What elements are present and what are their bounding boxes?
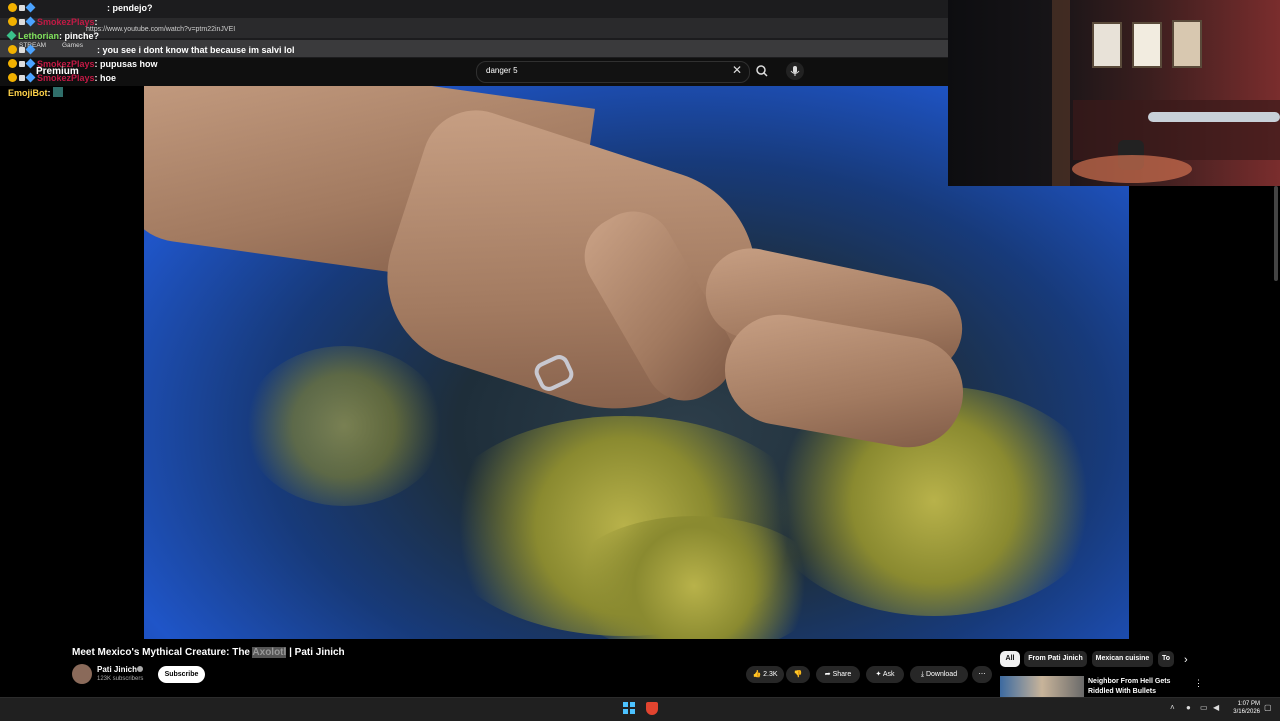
download-button[interactable]: ⤓ Download xyxy=(910,666,968,683)
clock-time: 1:07 PM xyxy=(1237,701,1260,707)
voice-search-button[interactable] xyxy=(786,62,804,80)
recommendation-title[interactable]: Neighbor From Hell Gets Riddled With Bul… xyxy=(1088,677,1188,697)
badge-icon xyxy=(8,59,17,68)
chat-text: pupusas how xyxy=(100,59,158,69)
brave-browser-icon[interactable] xyxy=(646,702,658,715)
chat-message: EmojiBot: xyxy=(8,87,63,101)
subscribe-button[interactable]: Subscribe xyxy=(158,666,205,683)
badge-icon xyxy=(19,5,25,11)
mic-arm xyxy=(1148,112,1280,122)
clock-date: 3/16/2026 xyxy=(1233,709,1260,715)
download-label: Download xyxy=(925,671,958,678)
badge-icon xyxy=(19,47,25,53)
emote-icon xyxy=(53,87,63,97)
badge-icon xyxy=(25,58,36,69)
couch xyxy=(1073,100,1280,160)
download-icon: ⤓ xyxy=(920,671,924,678)
channel-avatar[interactable] xyxy=(72,664,92,684)
wall-frame xyxy=(1132,22,1162,68)
chat-message: : pendejo? xyxy=(8,2,153,17)
chat-message: : you see i dont know that because im sa… xyxy=(8,44,295,59)
wall-frame xyxy=(1092,22,1122,68)
url-text[interactable]: https://www.youtube.com/watch?v=ptm22inJ… xyxy=(86,26,235,33)
thumbs-down-icon: 👎 xyxy=(793,671,803,678)
subscriber-count: 123K subscribers xyxy=(97,676,144,682)
badge-icon xyxy=(25,44,36,55)
scrollbar[interactable] xyxy=(1274,186,1278,281)
windows-start-icon[interactable] xyxy=(623,702,635,714)
badge-icon xyxy=(6,30,17,41)
search-button[interactable] xyxy=(752,62,772,80)
verified-icon xyxy=(137,666,143,672)
wall-frame xyxy=(1172,20,1202,68)
more-vertical-icon[interactable]: ⋮ xyxy=(1194,678,1203,689)
share-icon: ➦ xyxy=(824,671,831,678)
chat-message: SmokezPlays: xyxy=(8,16,98,31)
badge-icon xyxy=(19,61,25,67)
chat-username: SmokezPlays xyxy=(37,73,95,83)
chat-text: you see i dont know that because im salv… xyxy=(102,45,295,55)
share-label: Share xyxy=(832,671,852,678)
chevron-right-icon[interactable]: › xyxy=(1184,654,1188,666)
system-clock[interactable]: 1:07 PM 3/16/2026 xyxy=(1228,700,1260,716)
more-icon: ⋯ xyxy=(978,671,986,678)
badge-icon xyxy=(25,2,36,13)
network-icon[interactable]: ▭ xyxy=(1200,703,1208,712)
chat-username: SmokezPlays xyxy=(37,17,95,27)
clear-search-icon[interactable]: ✕ xyxy=(732,64,742,76)
badge-icon xyxy=(8,17,17,26)
badge-icon xyxy=(19,19,25,25)
microphone-tray-icon[interactable]: ● xyxy=(1186,703,1191,712)
dislike-button[interactable]: 👎 xyxy=(786,666,810,683)
search-icon xyxy=(756,65,768,77)
like-button[interactable]: 👍 2.3K xyxy=(746,666,784,683)
video-title: Meet Mexico's Mythical Creature: The Axo… xyxy=(72,647,345,658)
badge-icon xyxy=(8,45,17,54)
webcam-overlay xyxy=(948,0,1280,186)
microphone-icon xyxy=(790,66,800,76)
chip-all[interactable]: All xyxy=(1000,651,1020,667)
badge-icon xyxy=(8,3,17,12)
channel-name[interactable]: Pati Jinich xyxy=(97,665,137,674)
sparkle-icon: ✦ xyxy=(875,671,882,678)
ask-button[interactable]: ✦ Ask xyxy=(866,666,904,683)
chip-from-channel[interactable]: From Pati Jinich xyxy=(1024,651,1087,667)
ask-label: Ask xyxy=(882,671,895,678)
notification-icon[interactable]: ▢ xyxy=(1264,703,1272,712)
share-button[interactable]: ➦ Share xyxy=(816,666,860,683)
table xyxy=(1072,155,1192,183)
chat-message: Lethorian: pinche? xyxy=(6,30,100,45)
chat-text: hoe xyxy=(100,73,117,83)
badge-icon xyxy=(8,73,17,82)
more-actions-button[interactable]: ⋯ xyxy=(972,666,992,683)
chat-message: SmokezPlays: hoe xyxy=(8,72,117,87)
search-input-value[interactable]: danger 5 xyxy=(486,66,518,75)
chat-username: EmojiBot xyxy=(8,88,48,98)
chip-mexican-cuisine[interactable]: Mexican cuisine xyxy=(1092,651,1153,667)
badge-icon xyxy=(25,16,36,27)
video-title-highlight: Axolotl xyxy=(252,647,287,658)
badge-icon xyxy=(19,75,25,81)
chat-message: SmokezPlays: pupusas how xyxy=(8,58,158,73)
thumbs-up-icon: 👍 xyxy=(752,671,762,678)
chevron-up-icon[interactable]: ˄ xyxy=(1170,703,1175,712)
chat-text: pinche? xyxy=(64,31,100,41)
taskbar xyxy=(0,697,1280,721)
volume-icon[interactable]: ◀ xyxy=(1213,703,1219,712)
chat-username: Lethorian xyxy=(18,31,60,41)
like-count: 2.3K xyxy=(763,671,778,678)
video-title-text: Meet Mexico's Mythical Creature: The xyxy=(72,647,250,658)
chat-text: pendejo? xyxy=(112,3,153,13)
video-algae-patch xyxy=(244,346,444,506)
door-frame xyxy=(1052,0,1070,186)
chip-partial[interactable]: To xyxy=(1158,651,1174,667)
badge-icon xyxy=(25,72,36,83)
video-title-text: | Pati Jinich xyxy=(289,647,345,658)
recommendation-thumbnail[interactable] xyxy=(1000,676,1084,697)
chat-username: SmokezPlays xyxy=(37,59,95,69)
side-panel xyxy=(1129,186,1280,639)
